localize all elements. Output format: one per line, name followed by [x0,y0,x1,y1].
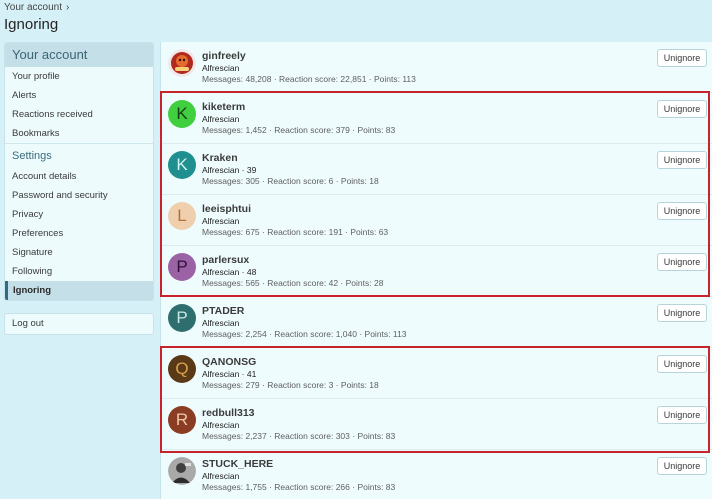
sidebar-item-account-details[interactable]: Account details [5,167,153,186]
unignore-button[interactable]: Unignore [657,253,707,271]
user-title: Alfrescian · 41 [202,369,257,379]
username[interactable]: ginfreely [202,50,246,62]
user-title: Alfrescian [202,114,240,124]
user-stats: Messages: 48,208 · Reaction score: 22,85… [202,74,416,84]
user-title: Alfrescian · 39 [202,165,257,175]
user-stats: Messages: 305 · Reaction score: 6 · Poin… [202,176,379,186]
list-item: K kiketerm Alfrescian Messages: 1,452 · … [161,93,712,144]
sidebar-item-password-security[interactable]: Password and security [5,186,153,205]
user-title: Alfrescian · 48 [202,267,257,277]
list-item: P parlersux Alfrescian · 48 Messages: 56… [161,246,712,297]
list-item: K Kraken Alfrescian · 39 Messages: 305 ·… [161,144,712,195]
username[interactable]: leeisphtui [202,203,251,215]
sidebar-item-privacy[interactable]: Privacy [5,205,153,224]
username[interactable]: kiketerm [202,101,245,113]
avatar[interactable]: Q [168,355,196,383]
unignore-button[interactable]: Unignore [657,49,707,67]
avatar[interactable]: K [168,151,196,179]
sidebar-item-ignoring[interactable]: Ignoring [5,281,153,300]
username[interactable]: QANONSG [202,356,256,368]
list-item: ginfreely Alfrescian Messages: 48,208 · … [161,42,712,93]
list-item: R redbull313 Alfrescian Messages: 2,237 … [161,399,712,450]
unignore-button[interactable]: Unignore [657,355,707,373]
avatar-image-icon [168,457,196,485]
user-title: Alfrescian [202,471,240,481]
account-nav: Your account Your profile Alerts Reactio… [4,42,154,301]
user-title: Alfrescian [202,420,240,430]
avatar[interactable]: R [168,406,196,434]
user-title: Alfrescian [202,318,240,328]
username[interactable]: Kraken [202,152,238,164]
list-item: Q QANONSG Alfrescian · 41 Messages: 279 … [161,348,712,399]
list-item: STUCK_HERE Alfrescian Messages: 1,755 · … [161,450,712,499]
user-stats: Messages: 675 · Reaction score: 191 · Po… [202,227,389,237]
nav-header-settings: Settings [5,143,153,167]
user-title: Alfrescian [202,216,240,226]
avatar[interactable]: K [168,100,196,128]
user-title: Alfrescian [202,63,240,73]
sidebar: Your account Your profile Alerts Reactio… [4,42,154,335]
unignore-button[interactable]: Unignore [657,100,707,118]
logout-link[interactable]: Log out [5,314,153,334]
sidebar-item-signature[interactable]: Signature [5,243,153,262]
chevron-right-icon: › [66,1,70,13]
unignore-button[interactable]: Unignore [657,304,707,322]
breadcrumb: Your account › [4,0,69,14]
avatar[interactable]: P [168,304,196,332]
sidebar-item-reactions-received[interactable]: Reactions received [5,105,153,124]
username[interactable]: redbull313 [202,407,255,419]
logout-block: Log out [4,313,154,335]
user-stats: Messages: 2,237 · Reaction score: 303 · … [202,431,396,441]
sidebar-item-your-profile[interactable]: Your profile [5,67,153,86]
user-stats: Messages: 2,254 · Reaction score: 1,040 … [202,329,407,339]
list-item: P PTADER Alfrescian Messages: 2,254 · Re… [161,297,712,348]
user-stats: Messages: 565 · Reaction score: 42 · Poi… [202,278,384,288]
page-title: Ignoring [4,16,59,33]
avatar-image-icon [168,49,196,77]
unignore-button[interactable]: Unignore [657,406,707,424]
unignore-button[interactable]: Unignore [657,151,707,169]
nav-header-your-account[interactable]: Your account [5,43,153,67]
user-stats: Messages: 279 · Reaction score: 3 · Poin… [202,380,379,390]
username[interactable]: parlersux [202,254,249,266]
ignored-users-list: ginfreely Alfrescian Messages: 48,208 · … [160,42,712,499]
sidebar-item-bookmarks[interactable]: Bookmarks [5,124,153,143]
username[interactable]: STUCK_HERE [202,458,273,470]
avatar[interactable]: P [168,253,196,281]
breadcrumb-your-account[interactable]: Your account [4,2,62,13]
user-stats: Messages: 1,452 · Reaction score: 379 · … [202,125,396,135]
avatar[interactable] [168,49,196,77]
username[interactable]: PTADER [202,305,244,317]
avatar[interactable]: L [168,202,196,230]
list-item: L leeisphtui Alfrescian Messages: 675 · … [161,195,712,246]
sidebar-item-following[interactable]: Following [5,262,153,281]
user-stats: Messages: 1,755 · Reaction score: 266 · … [202,482,396,492]
unignore-button[interactable]: Unignore [657,457,707,475]
sidebar-item-alerts[interactable]: Alerts [5,86,153,105]
sidebar-item-preferences[interactable]: Preferences [5,224,153,243]
unignore-button[interactable]: Unignore [657,202,707,220]
avatar[interactable] [168,457,196,485]
